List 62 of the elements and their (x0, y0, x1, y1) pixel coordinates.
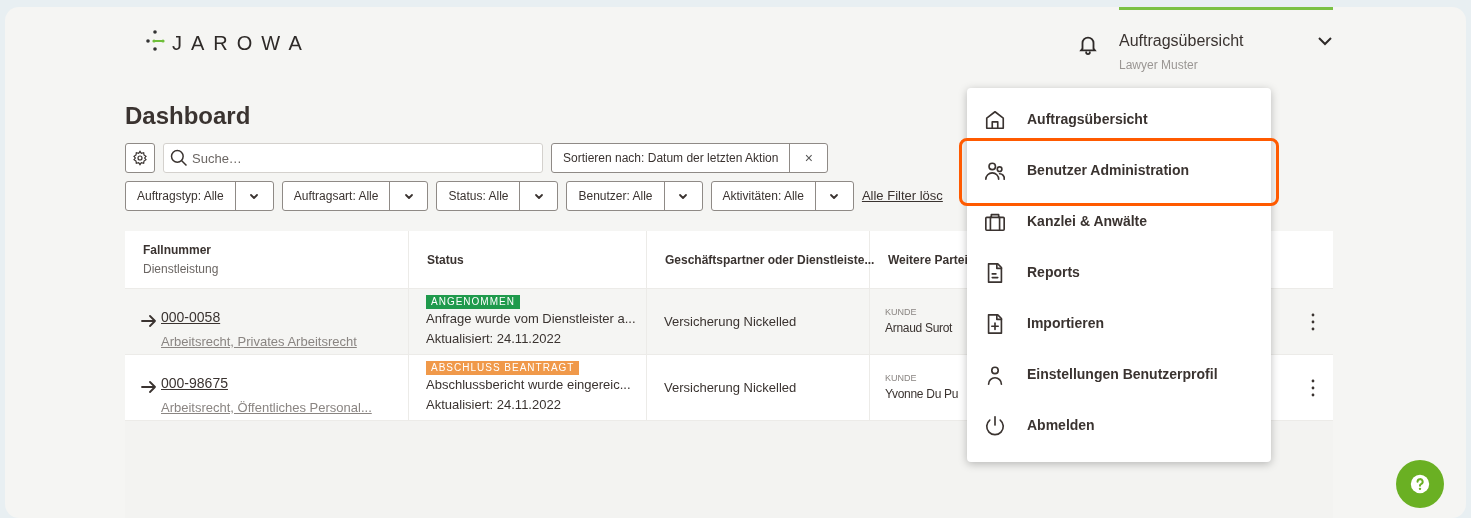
filter-label: Auftragsart: Alle (282, 182, 391, 210)
page-title: Dashboard (125, 101, 251, 131)
status-text: Abschlussbericht wurde eingereic... (426, 376, 631, 394)
power-icon (984, 414, 1006, 437)
filter-dropdown[interactable]: Benutzer: Alle (566, 181, 703, 211)
partner-name: Versicherung Nickelled (664, 378, 797, 397)
party-name: Yvonne Du Pu (885, 386, 959, 404)
filter-dropdown[interactable]: Status: Alle (436, 181, 559, 211)
column-header: Status (427, 251, 464, 268)
updated-date: Aktualisiert: 24.11.2022 (426, 329, 561, 348)
party-role: KUNDE (885, 371, 918, 385)
chevron-down-icon (403, 192, 414, 200)
clear-filters-link[interactable]: Alle Filter lösc (861, 186, 943, 206)
filter-dropdown[interactable]: Auftragstyp: Alle (125, 181, 274, 211)
filter-label: Status: Alle (437, 182, 521, 210)
account-menu-button[interactable]: Auftragsübersicht Lawyer Muster (1119, 7, 1333, 74)
clear-sort-button[interactable]: × (790, 144, 828, 172)
menu-item[interactable]: Importieren (967, 298, 1271, 349)
menu-item[interactable]: Benutzer Administration (967, 145, 1271, 196)
updated-date: Aktualisiert: 24.11.2022 (426, 395, 561, 414)
user-name: Lawyer Muster (1119, 57, 1199, 74)
sort-label: Sortieren nach: Datum der letzten Aktion (552, 144, 791, 172)
settings-icon (132, 150, 148, 166)
arrow-right-icon (141, 381, 157, 393)
chevron-down-icon (678, 192, 689, 200)
party-name: Arnaud Surot (885, 320, 953, 338)
more-vertical-icon (1311, 312, 1315, 331)
case-number-link[interactable]: 000-0058 (161, 307, 357, 328)
sort-control[interactable]: Sortieren nach: Datum der letzten Aktion × (551, 143, 829, 173)
filter-label: Auftragstyp: Alle (126, 182, 236, 210)
filter-label: Aktivitäten: Alle (711, 182, 816, 210)
settings-button[interactable] (125, 143, 155, 173)
users-icon (984, 159, 1006, 182)
chevron-down-icon (1317, 36, 1333, 46)
home-icon (984, 108, 1006, 131)
menu-item[interactable]: Auftragsübersicht (967, 94, 1271, 145)
status-badge: ANGENOMMEN (426, 295, 520, 309)
more-vertical-icon (1311, 378, 1315, 397)
party-role: KUNDE (885, 305, 918, 319)
service-link[interactable]: Arbeitsrecht, Öffentliches Personal... (161, 398, 372, 418)
search-icon (169, 148, 189, 168)
chevron-down-icon (829, 192, 840, 200)
nav-label: Auftragsübersicht (1119, 31, 1244, 51)
column-header: Fallnummer (143, 241, 211, 258)
status-badge: ABSCHLUSS BEANTRAGT (426, 361, 580, 375)
filter-label: Benutzer: Alle (567, 182, 665, 210)
status-text: Anfrage wurde vom Dienstleister a... (426, 310, 636, 328)
search-field[interactable]: Suche… (163, 143, 543, 173)
partner-name: Versicherung Nickelled (664, 312, 797, 331)
menu-item[interactable]: Kanzlei & Anwälte (967, 196, 1271, 247)
filter-dropdown[interactable]: Auftragsart: Alle (281, 181, 429, 211)
case-number-link[interactable]: 000-98675 (161, 373, 372, 394)
column-header: Geschäftspartner oder Dienstleiste... (665, 251, 875, 268)
chevron-down-icon (249, 192, 260, 200)
logo-text: JAROWA (172, 33, 311, 53)
chevron-down-icon (534, 192, 544, 200)
help-button[interactable] (1396, 460, 1444, 508)
column-subheader: Dienstleistung (143, 260, 220, 278)
filter-dropdown[interactable]: Aktivitäten: Alle (710, 181, 854, 211)
column-header: Weitere Partei (888, 251, 968, 268)
arrow-right-icon (141, 315, 157, 327)
help-icon (1409, 473, 1431, 495)
